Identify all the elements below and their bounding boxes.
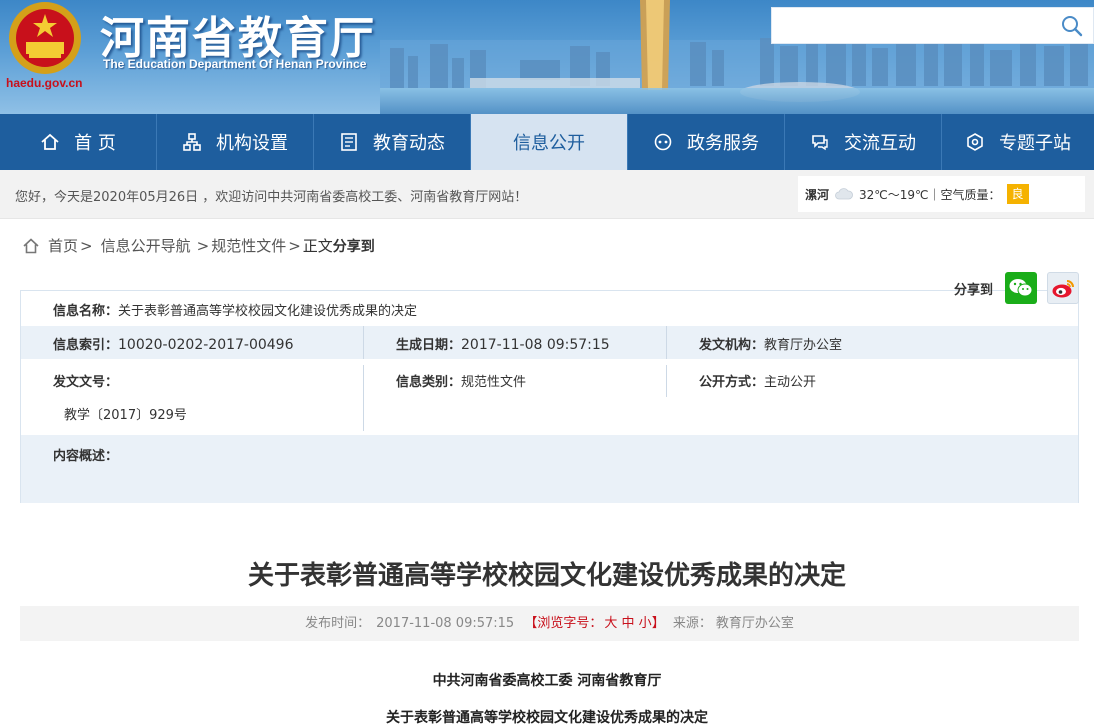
- breadcrumb-nav-link[interactable]: 信息公开导航: [101, 235, 191, 256]
- breadcrumb-current: 正文: [302, 237, 333, 255]
- main-nav: 首 页 机构设置 教育动态 信息公开 政务服务 交流互动 专题子站: [0, 114, 1094, 170]
- nav-item-label: 政务服务: [687, 133, 759, 154]
- info-docno-value: 教学〔2017〕929号: [64, 408, 187, 423]
- nav-item-label: 交流互动: [844, 133, 916, 154]
- info-date-value: 2017-11-08 09:57:15: [461, 337, 610, 353]
- info-summary-label: 内容概述：: [53, 449, 119, 464]
- info-docno-label: 发文文号：: [53, 375, 119, 390]
- weather-city: 漯河: [805, 187, 830, 202]
- divider: [666, 365, 667, 397]
- article-meta: 发布时间： 2017-11-08 09:57:15 【浏览字号：大 中 小】 来源…: [20, 606, 1079, 641]
- site-subtitle: The Education Department Of Henan Provin…: [103, 57, 367, 71]
- font-size-large[interactable]: 大: [604, 616, 617, 631]
- info-category-value: 规范性文件: [461, 375, 527, 390]
- share-label: 分享到: [954, 282, 994, 298]
- service-icon: [654, 133, 672, 151]
- breadcrumb-share-label: 分享到: [332, 238, 375, 255]
- nav-item-service[interactable]: 政务服务: [628, 114, 785, 170]
- site-domain: haedu.gov.cn: [6, 76, 83, 90]
- divider: [363, 365, 364, 431]
- info-date-label: 生成日期：: [396, 338, 462, 353]
- cloud-icon: [835, 188, 853, 200]
- info-mode-value: 主动公开: [764, 375, 817, 390]
- share-bar: 分享到: [954, 272, 1080, 304]
- nav-item-interact[interactable]: 交流互动: [785, 114, 942, 170]
- article-issuer: 中共河南省委高校工委 河南省教育厅: [432, 673, 662, 689]
- nav-item-home[interactable]: 首 页: [0, 114, 157, 170]
- info-category-label: 信息类别：: [396, 375, 462, 390]
- meta-source: 教育厅办公室: [715, 616, 794, 631]
- home-icon: [41, 133, 59, 150]
- nav-item-info-public[interactable]: 信息公开: [471, 114, 628, 170]
- org-icon: [183, 133, 201, 151]
- topic-icon: [967, 133, 983, 151]
- info-row-docno: 发文文号： 教学〔2017〕929号 信息类别：规范性文件 公开方式：主动公开: [21, 359, 1078, 435]
- article-doc-title: 关于表彰普通高等学校校园文化建设优秀成果的决定: [386, 710, 708, 726]
- search-input[interactable]: [772, 8, 1052, 43]
- nav-item-topic[interactable]: 专题子站: [942, 114, 1094, 170]
- greeting-text: 您好，今天是2020年05月26日 ，欢迎访问中共河南省委高校工委、河南省教育厅…: [15, 190, 528, 205]
- info-row-name: 信息名称：关于表彰普通高等学校校园文化建设优秀成果的决定: [21, 291, 1078, 326]
- info-index-label: 信息索引：: [53, 338, 119, 353]
- search-box: [771, 7, 1094, 44]
- meta-font-end: 】: [651, 616, 665, 631]
- nav-item-label: 教育动态: [373, 133, 445, 154]
- weather-widget: 漯河 32℃～19℃｜空气质量： 良: [798, 176, 1085, 212]
- nav-item-label: 首 页: [74, 133, 116, 154]
- nav-item-org[interactable]: 机构设置: [157, 114, 314, 170]
- breadcrumb: 首页 > 信息公开导航 > 规范性文件 > 正文 分享到: [0, 219, 1094, 272]
- meta-font-label: 【浏览字号：: [524, 616, 603, 631]
- info-index-value: 10020-0202-2017-00496: [118, 337, 294, 353]
- breadcrumb-section-link[interactable]: 规范性文件: [211, 235, 286, 256]
- wechat-icon: [1009, 279, 1033, 297]
- divider: [666, 326, 667, 359]
- info-panel: 信息名称：关于表彰普通高等学校校园文化建设优秀成果的决定 信息索引：10020-…: [20, 290, 1079, 503]
- nav-item-news[interactable]: 教育动态: [314, 114, 471, 170]
- aqi-badge: 良: [1006, 184, 1029, 204]
- nav-item-label: 信息公开: [513, 133, 585, 154]
- header-banner: haedu.gov.cn 河南省教育厅 The Education Depart…: [0, 0, 1094, 114]
- wechat-share-button[interactable]: [1005, 272, 1038, 304]
- info-row-summary: 内容概述：: [21, 435, 1078, 503]
- breadcrumb-home-link[interactable]: 首页: [48, 235, 78, 256]
- info-row-index: 信息索引：10020-0202-2017-00496 生成日期：2017-11-…: [21, 326, 1078, 359]
- font-size-medium[interactable]: 中: [622, 616, 635, 631]
- interact-icon: [812, 135, 828, 151]
- divider: [363, 326, 364, 359]
- meta-date-label: 发布时间：: [305, 616, 371, 631]
- search-icon[interactable]: [1061, 15, 1083, 37]
- news-icon: [341, 133, 357, 151]
- meta-source-label: 来源：: [672, 616, 712, 631]
- info-name-label: 信息名称：: [53, 304, 119, 319]
- home-icon: [23, 237, 39, 253]
- nav-item-label: 机构设置: [216, 133, 288, 154]
- info-name-value: 关于表彰普通高等学校校园文化建设优秀成果的决定: [118, 304, 418, 319]
- info-org-value: 教育厅办公室: [764, 338, 843, 353]
- info-bar: 您好，今天是2020年05月26日 ，欢迎访问中共河南省委高校工委、河南省教育厅…: [0, 170, 1094, 219]
- weibo-icon: [1052, 280, 1075, 298]
- article-title: 关于表彰普通高等学校校园文化建设优秀成果的决定: [247, 561, 846, 591]
- nav-item-label: 专题子站: [999, 133, 1071, 154]
- info-mode-label: 公开方式：: [699, 375, 765, 390]
- weather-temp: 32℃～19℃｜空气质量：: [859, 187, 1001, 202]
- national-emblem-logo: [9, 2, 81, 74]
- weibo-share-button[interactable]: [1047, 272, 1080, 304]
- info-org-label: 发文机构：: [699, 338, 765, 353]
- font-size-small[interactable]: 小: [639, 616, 652, 631]
- meta-date: 2017-11-08 09:57:15: [376, 616, 515, 631]
